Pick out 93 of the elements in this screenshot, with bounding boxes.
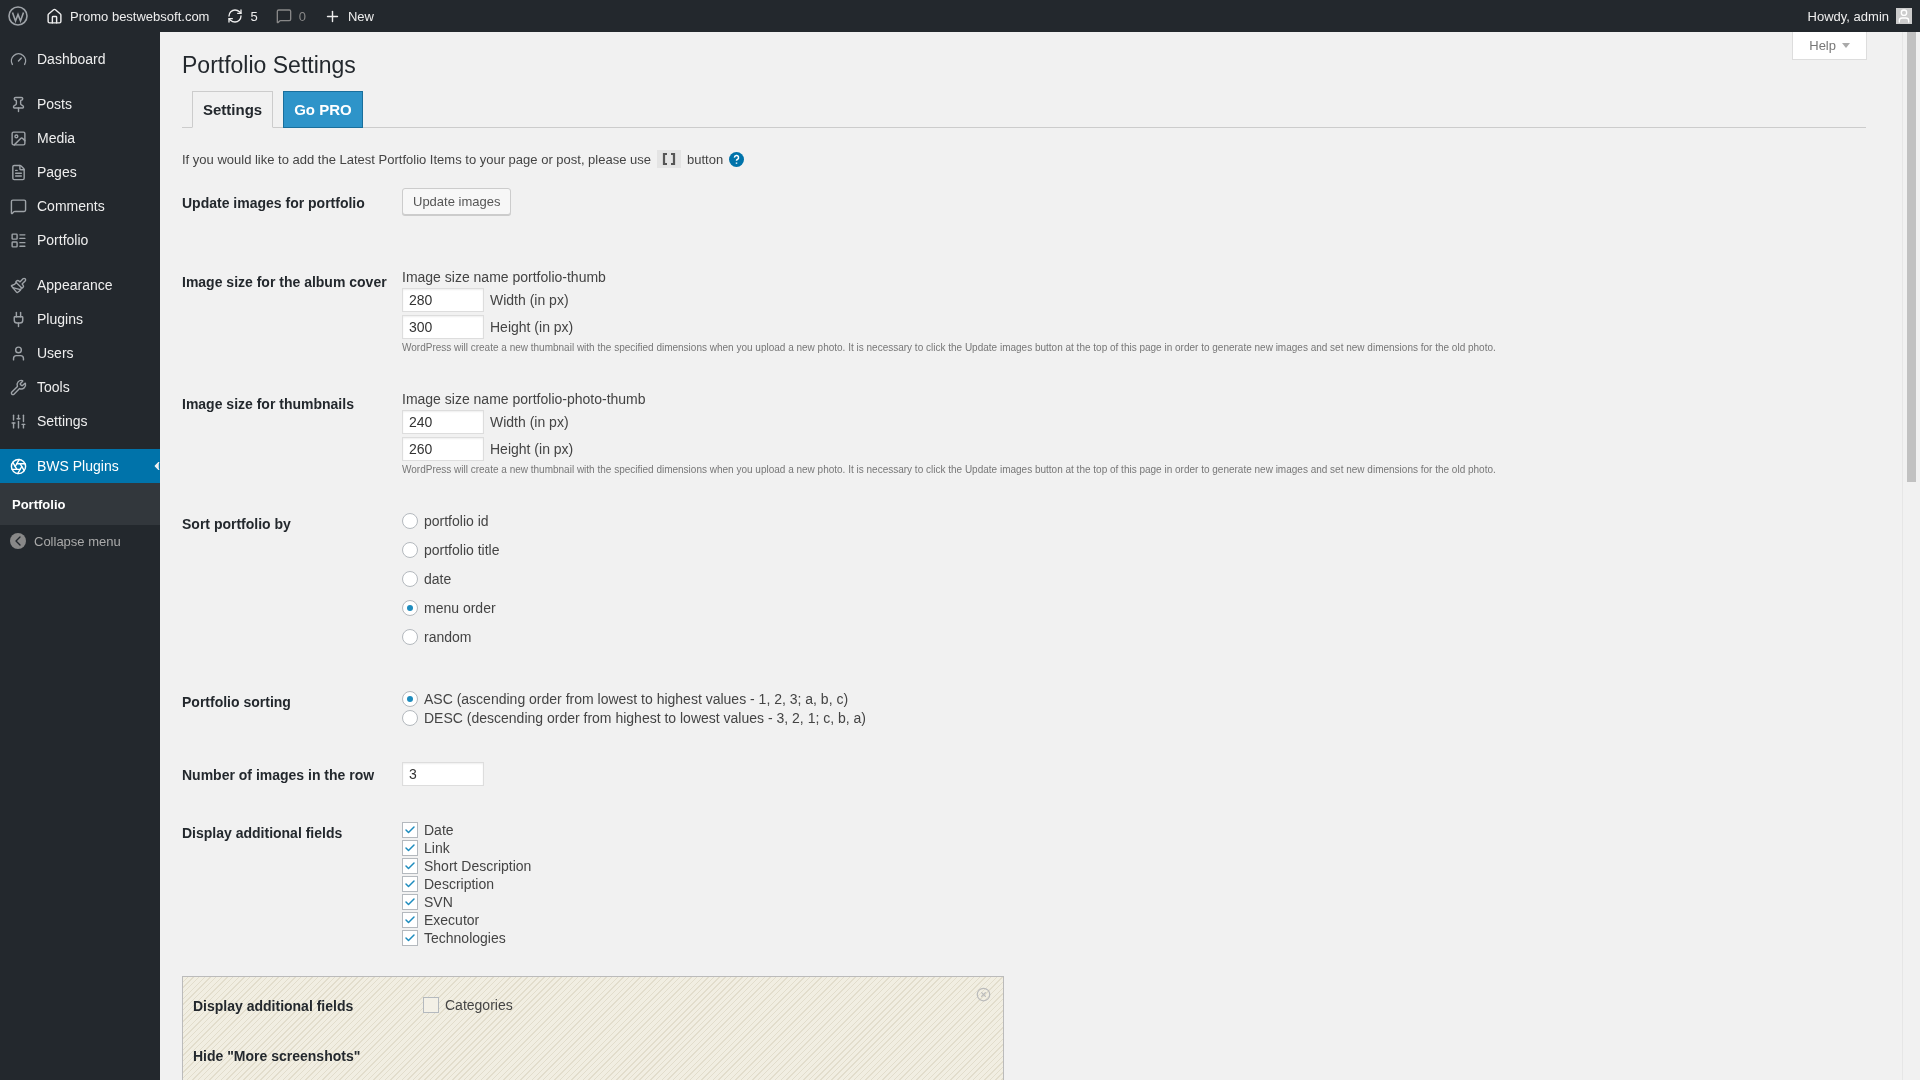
field-label: Sort portfolio by — [182, 515, 292, 534]
size-input[interactable]: 240 — [402, 410, 484, 434]
radio-button[interactable] — [402, 691, 418, 707]
caret-icon — [1842, 43, 1850, 48]
radio-button[interactable] — [402, 571, 418, 587]
menu-item[interactable]: BWS Plugins — [0, 449, 160, 483]
radio-label: portfolio title — [424, 542, 500, 558]
radio-label: menu order — [424, 600, 496, 616]
help-icon[interactable] — [729, 151, 745, 167]
checkbox[interactable] — [423, 997, 439, 1013]
site-link[interactable]: Promo bestwebsoft.com — [46, 7, 210, 25]
updates-link[interactable]: 5 — [227, 8, 258, 24]
checkbox[interactable] — [402, 894, 418, 910]
check-icon — [404, 860, 416, 872]
menu-item[interactable]: Tools — [0, 370, 160, 404]
checkbox[interactable] — [402, 822, 418, 838]
comments-link[interactable]: 0 — [275, 8, 306, 24]
menu-item[interactable]: Dashboard — [0, 42, 160, 76]
radio-label: random — [424, 629, 472, 645]
checkbox-label: Short Description — [424, 858, 532, 874]
menu-item[interactable]: Appearance — [0, 268, 160, 302]
menu-item[interactable]: Media — [0, 121, 160, 155]
field-label: Update images for portfolio — [182, 194, 366, 213]
page-title: Portfolio Settings — [182, 52, 357, 79]
radio-button[interactable] — [402, 710, 418, 726]
field-label: Display additional fields — [193, 997, 355, 1015]
size-input[interactable]: 300 — [402, 315, 484, 339]
refresh-icon — [227, 8, 244, 24]
help-note: WordPress will create a new thumbnail with the specified dimensions when you upload a new photo. It is necessary to click the Update images button at the top of this page in order to generate new images and set new dimensions for the old photo. — [402, 342, 1496, 353]
radio-label: portfolio id — [424, 513, 489, 529]
check-icon — [404, 932, 416, 944]
radio-button[interactable] — [402, 600, 418, 616]
checkbox-label: SVN — [424, 894, 453, 910]
update-images-button[interactable]: Update images — [402, 188, 512, 215]
checkbox-label: Date — [424, 822, 454, 838]
menu-item[interactable]: Settings — [0, 404, 160, 438]
radio-label: ASC (ascending order from lowest to highest values - 1, 2, 3; a, b, c) — [424, 691, 849, 707]
menu-item[interactable]: Plugins — [0, 302, 160, 336]
checkbox[interactable] — [402, 858, 418, 874]
home-icon — [46, 7, 63, 25]
size-input[interactable]: 280 — [402, 288, 484, 312]
size-input[interactable]: 260 — [402, 437, 484, 461]
field-label: Portfolio sorting — [182, 693, 292, 712]
checkbox-label: Categories — [445, 997, 513, 1013]
radio-label: DESC (descending order from highest to lowest values - 3, 2, 1; c, b, a) — [424, 710, 866, 726]
input-label: Width (in px) — [490, 414, 569, 430]
menu-item[interactable]: Portfolio — [0, 223, 160, 257]
number-input[interactable]: 3 — [402, 762, 484, 786]
radio-label: date — [424, 571, 452, 587]
image-size-name: Image size name portfolio-thumb — [402, 269, 607, 285]
brackets-icon — [662, 152, 676, 166]
intro-text: If you would like to add the Latest Portfolio Items to your page or post, please use — [182, 151, 651, 167]
new-link[interactable]: New — [323, 7, 374, 25]
image-size-name: Image size name portfolio-photo-thumb — [402, 391, 647, 407]
help-note: WordPress will create a new thumbnail with the specified dimensions when you upload a new photo. It is necessary to click the Update images button at the top of this page in order to generate new images and set new dimensions for the old photo. — [402, 464, 1496, 475]
checkbox-label: Executor — [424, 912, 480, 928]
field-label: Image size for thumbnails — [182, 395, 355, 414]
input-label: Height (in px) — [490, 319, 574, 335]
checkbox[interactable] — [402, 840, 418, 856]
checkbox-label: Link — [424, 840, 450, 856]
menu-item[interactable]: Users — [0, 336, 160, 370]
check-icon — [404, 842, 416, 854]
checkbox[interactable] — [402, 912, 418, 928]
menu-item[interactable]: Posts — [0, 87, 160, 121]
field-label: Number of images in the row — [182, 766, 376, 785]
input-label: Width (in px) — [490, 292, 569, 308]
field-label: Hide "More screenshots" — [193, 1047, 362, 1065]
intro-text: button — [687, 151, 724, 167]
avatar-icon — [1896, 8, 1912, 24]
wordpress-logo-icon[interactable] — [8, 6, 28, 26]
menu-item[interactable]: Comments — [0, 189, 160, 223]
collapse-icon — [10, 533, 26, 549]
checkbox[interactable] — [402, 930, 418, 946]
check-icon — [404, 914, 416, 926]
help-button[interactable]: Help — [1792, 32, 1867, 60]
field-label: Image size for the album cover — [182, 273, 388, 292]
radio-button[interactable] — [402, 629, 418, 645]
tab[interactable]: Settings — [192, 91, 274, 128]
checkbox-label: Description — [424, 876, 495, 892]
collapse-menu-button[interactable]: Collapse menu — [0, 525, 160, 557]
account-link[interactable]: Howdy, admin — [1807, 8, 1912, 24]
field-label: Display additional fields — [182, 824, 344, 843]
input-label: Height (in px) — [490, 441, 574, 457]
comment-icon — [275, 8, 292, 24]
radio-button[interactable] — [402, 513, 418, 529]
check-icon — [404, 824, 416, 836]
checkbox[interactable] — [402, 876, 418, 892]
check-icon — [404, 896, 416, 908]
shortcode-button[interactable] — [657, 150, 681, 168]
menu-item[interactable]: Pages — [0, 155, 160, 189]
check-icon — [404, 878, 416, 890]
checkbox-label: Technologies — [424, 930, 506, 946]
radio-button[interactable] — [402, 542, 418, 558]
